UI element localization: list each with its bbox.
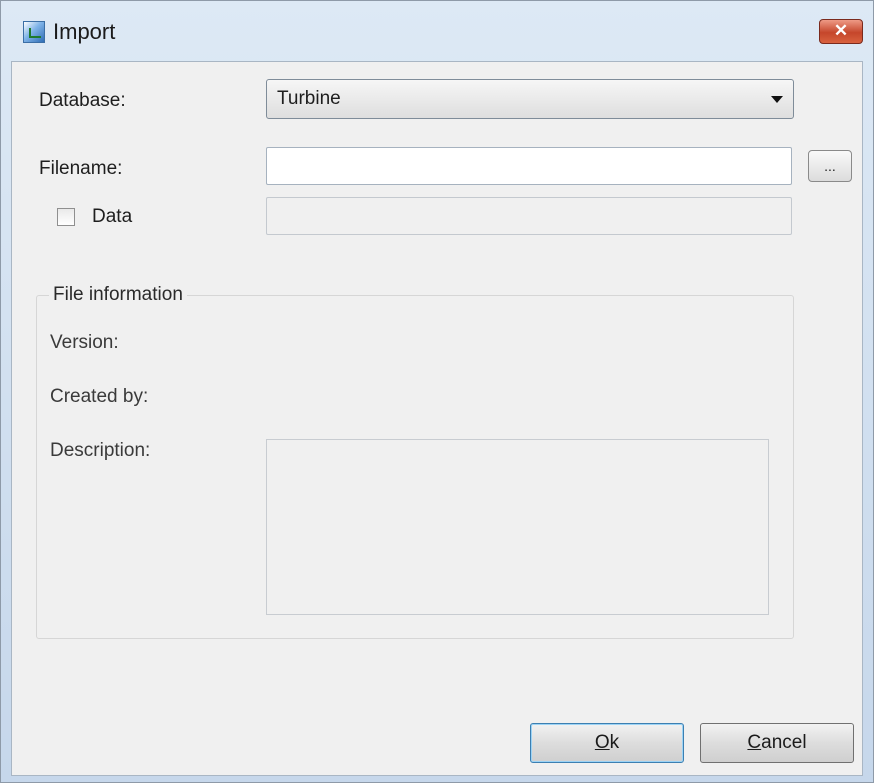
import-dialog: Import ✕ Database: Turbine Filename: ...… <box>0 0 874 783</box>
description-label: Description: <box>50 440 151 461</box>
filename-input[interactable] <box>266 147 792 185</box>
cancel-button[interactable]: Cancel <box>700 723 854 763</box>
data-checkbox[interactable] <box>57 208 75 226</box>
close-button[interactable]: ✕ <box>819 19 863 44</box>
app-icon <box>23 21 45 43</box>
created-by-label: Created by: <box>50 386 149 407</box>
data-field <box>266 197 792 235</box>
database-selected-value: Turbine <box>277 88 341 109</box>
version-label: Version: <box>50 332 119 353</box>
ok-button[interactable]: Ok <box>530 723 684 763</box>
cancel-mnemonic: C <box>747 732 762 753</box>
chevron-down-icon <box>771 96 783 103</box>
filename-label: Filename: <box>39 158 123 179</box>
ok-label: k <box>609 732 620 753</box>
browse-button[interactable]: ... <box>808 150 852 182</box>
title-bar[interactable]: Import ✕ <box>1 1 873 63</box>
data-label: Data <box>92 206 133 227</box>
description-field <box>266 439 769 615</box>
file-information-legend: File information <box>49 284 187 306</box>
database-label: Database: <box>39 90 126 111</box>
window-title: Import <box>53 19 116 44</box>
dialog-body: Database: Turbine Filename: ... Data Fil… <box>11 61 863 776</box>
cancel-label: ancel <box>761 732 807 753</box>
ok-mnemonic: O <box>594 732 610 753</box>
database-select[interactable]: Turbine <box>266 79 794 119</box>
